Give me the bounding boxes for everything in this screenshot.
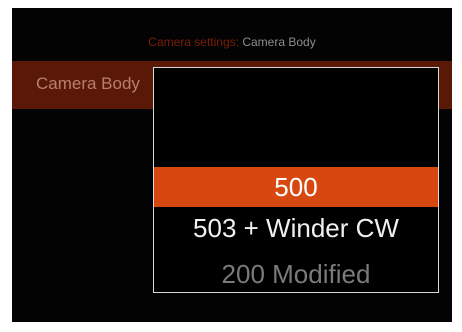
camera-body-label: Camera Body: [36, 74, 140, 93]
option-503-winder-cw[interactable]: 503 + Winder CW: [154, 208, 438, 248]
camera-settings-screen: Camera settings: Camera Body Camera Body…: [12, 8, 452, 322]
title-prefix: Camera settings:: [148, 35, 239, 49]
title-value: Camera Body: [242, 35, 316, 49]
option-200-modified[interactable]: 200 Modified: [154, 254, 438, 292]
page-title: Camera settings: Camera Body: [12, 34, 452, 50]
option-500[interactable]: 500: [154, 167, 438, 207]
camera-body-picker[interactable]: 500 503 + Winder CW 200 Modified: [153, 67, 439, 293]
